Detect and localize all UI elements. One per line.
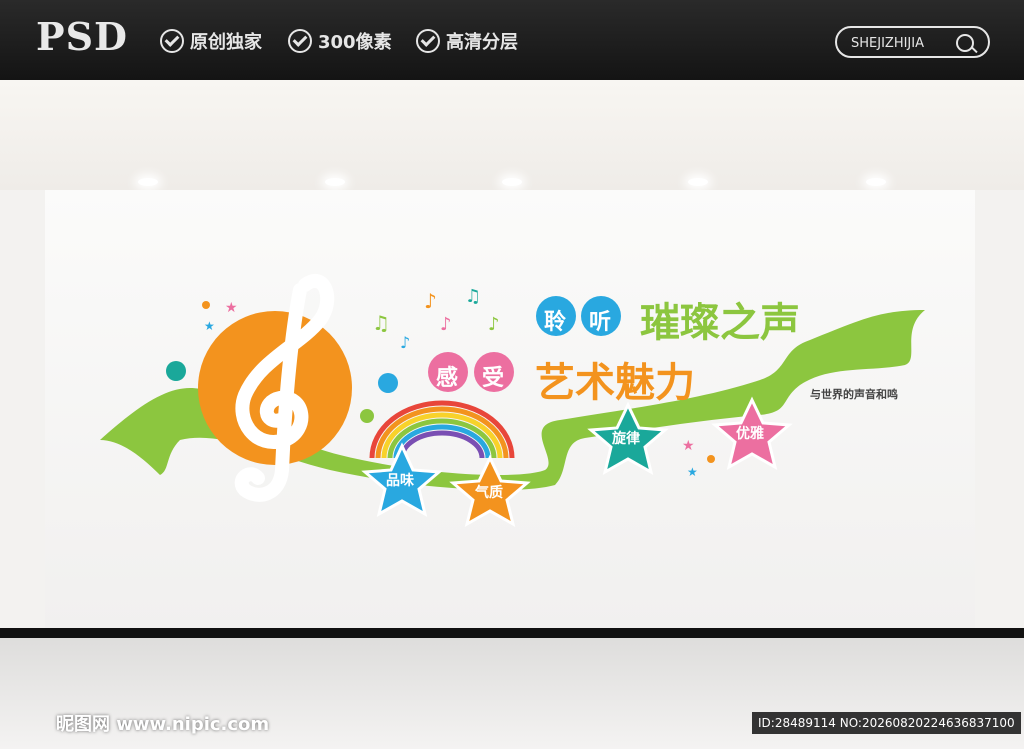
title-line2: 艺术魅力 (535, 360, 695, 406)
note-bubble (360, 409, 374, 423)
title-char: 感 (436, 366, 459, 391)
music-note-icon: ♪ (488, 314, 500, 335)
title-char: 聆 (544, 310, 567, 335)
music-note-icon: ♫ (465, 286, 481, 307)
star-small-icon: ★ (682, 438, 695, 454)
dot (202, 301, 210, 309)
star-small-icon: ★ (225, 300, 238, 316)
star-label: 旋律 (612, 431, 640, 447)
star-label: 品味 (386, 473, 414, 489)
title-char: 听 (589, 310, 612, 335)
music-note-icon: ♪ (440, 314, 452, 335)
watermark-text: 昵图网 www.nipic.com (56, 714, 270, 735)
note-bubble (378, 373, 398, 393)
subtitle: 与世界的声音和鸣 (810, 388, 898, 401)
star-small-icon: ★ (204, 319, 215, 333)
music-note-icon: ♪ (400, 333, 410, 352)
title-char: 受 (482, 366, 505, 391)
star-small-icon: ★ (687, 465, 698, 479)
music-note-icon: ♪ (424, 289, 437, 313)
star-label: 优雅 (736, 426, 764, 442)
music-wall-artwork: ★ ★ ★ ★ ♫ ♪ ♪ ♪ ♫ ♪ (100, 274, 925, 528)
dot (707, 455, 715, 463)
star-label: 气质 (475, 485, 503, 501)
id-label: ID:28489114 NO:20260820224636837100 (752, 712, 1021, 734)
rainbow (369, 400, 515, 459)
title-line1: 璀璨之声 (640, 300, 800, 346)
music-note-icon: ♫ (372, 311, 390, 335)
note-bubble (166, 361, 186, 381)
